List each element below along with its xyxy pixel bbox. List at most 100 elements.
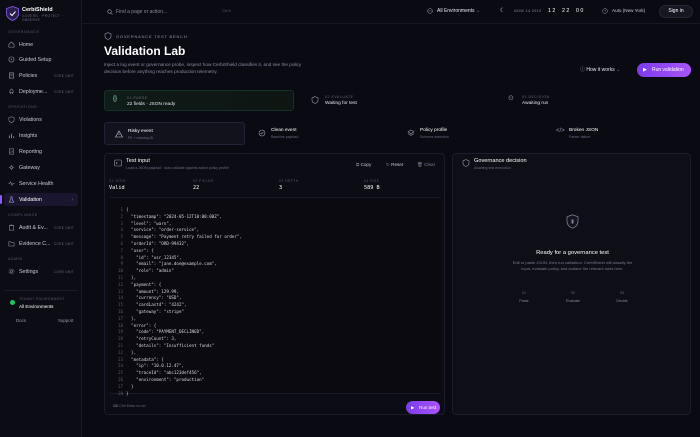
reset-button[interactable]: ↻ Reset [386, 162, 403, 168]
code-line: "environment": "production" [126, 377, 205, 382]
environment-select[interactable]: All Environments ⌄ [437, 8, 480, 14]
sidebar-item-insights[interactable]: Insights [4, 129, 78, 142]
governance-title: Governance decision [474, 158, 527, 164]
sidebar-item-label: Deployme... [19, 88, 48, 95]
preset-clean-event[interactable]: Clean event Baseline payload [248, 122, 389, 145]
sign-in-button[interactable]: Sign in [659, 5, 693, 18]
code-line: "level": "warn", [126, 220, 172, 226]
sidebar-item-violations[interactable]: Violations [4, 113, 78, 126]
decision-icon: ⊙ [508, 95, 514, 102]
step-number: 02 [571, 291, 575, 295]
code-line: "orderId": "ORD-99432", [126, 241, 190, 246]
sidebar-item-label: Validation [19, 196, 42, 203]
code-line: "details": "Insufficient funds" [126, 343, 215, 348]
line-number: 10 [117, 268, 123, 274]
code-line: }, [126, 349, 137, 355]
check-circle-icon [258, 129, 266, 137]
folder-icon [8, 241, 15, 247]
run-test-button[interactable]: ▶ Run test [406, 401, 440, 414]
status-value: Awaiting run [522, 101, 549, 106]
sidebar-item-label: Gateway [19, 164, 40, 171]
code-line: "retryCount": 3, [126, 336, 177, 342]
step-label: Parse [519, 299, 529, 303]
sidebar-item-label: Evidence C... [19, 240, 51, 247]
sidebar-item-settings[interactable]: Settings CORE UNIT [4, 265, 78, 278]
line-number: 22 [117, 349, 123, 355]
play-icon: ▶ [643, 67, 647, 73]
empty-state-title: Ready for a governance test [536, 250, 609, 256]
line-number: 14 [117, 295, 123, 301]
docs-link[interactable]: Docs [16, 318, 26, 323]
run-validation-button[interactable]: ▶ Run validation [637, 63, 691, 77]
preset-title: Risky event [128, 129, 153, 134]
braces-icon: {} [113, 96, 118, 102]
shield-alert-icon [8, 116, 15, 123]
line-number: 12 [117, 281, 123, 287]
json-editor[interactable]: 1{2 "timestamp": "2024-05-12T10:00:00Z",… [110, 197, 441, 396]
reset-icon: ↻ [386, 162, 390, 167]
stat-key: 02 FIELDS [193, 179, 214, 183]
timezone-select[interactable]: Auto (New York) [612, 8, 645, 13]
code-line: } [126, 390, 129, 396]
sidebar-item-label: Home [19, 41, 34, 48]
sidebar-item-service-health[interactable]: Service Health [4, 177, 78, 190]
sidebar-item-reporting[interactable]: Reporting [4, 145, 78, 158]
step-decide: 03 Decide [602, 291, 642, 303]
status-key: 01 PARSE [127, 96, 148, 100]
brand[interactable]: CerbiShield GOVERN · PROTECT · OBSERVE [6, 6, 82, 26]
stat-value: 0 0 [576, 8, 584, 14]
line-number: 26 [117, 377, 123, 382]
step-number: 01 [522, 291, 526, 295]
sidebar-item-deployments[interactable]: Deployme... CORE UNIT [4, 85, 78, 98]
preset-subtitle: Parser failure [569, 135, 591, 139]
keyboard-icon: ⌨ [113, 404, 119, 408]
core-unit-badge: CORE UNIT [53, 73, 74, 78]
clear-button[interactable]: 🗑︎ Clear [417, 162, 435, 168]
support-link[interactable]: Support [58, 318, 73, 323]
line-number: 21 [117, 343, 123, 348]
section-governance: GOVERNANCE [8, 30, 40, 34]
tenant-environment-selector[interactable]: TENANT ENVIRONMENT All Environments [4, 290, 78, 312]
line-number: 2 [120, 213, 123, 219]
preset-risky-event[interactable]: Risky event PII + missing ID [104, 122, 245, 145]
preset-title: Clean event [271, 128, 297, 133]
sidebar-item-policies[interactable]: Policies CORE UNIT [4, 69, 78, 82]
search-input[interactable]: Find a page or action... Ctrl K [104, 6, 244, 18]
how-it-works-label: How it works [586, 67, 615, 73]
sidebar-item-guided-setup[interactable]: Guided Setup [4, 53, 78, 66]
line-number: 5 [120, 234, 123, 240]
sidebar-item-validation[interactable]: Validation › [0, 193, 78, 206]
sidebar-item-evidence[interactable]: Evidence C... CORE UNIT [4, 237, 78, 250]
warning-icon [115, 130, 123, 138]
line-number: 9 [120, 261, 123, 267]
sidebar-item-label: Violations [19, 116, 42, 123]
copy-button[interactable]: ⧉ Copy [356, 162, 371, 167]
sidebar-item-home[interactable]: Home [4, 38, 78, 51]
gear-icon [8, 268, 15, 275]
line-number: 8 [120, 254, 123, 260]
document-icon [9, 72, 14, 79]
preset-policy-profile[interactable]: Policy profile Schema detection [397, 122, 538, 145]
code-line: "service": "order-service", [126, 227, 200, 233]
preset-broken-json[interactable]: </> Broken JSON Parser failure [546, 122, 687, 145]
core-unit-badge: CORE UNIT [53, 225, 74, 230]
step-label: Evaluate [566, 299, 580, 303]
stat-value: 22 [193, 185, 200, 191]
time-label: NOW 14 2010 [514, 9, 542, 13]
preset-subtitle: Schema detection [420, 135, 449, 139]
code-line: "amount": 129.99, [126, 288, 179, 294]
code-line: "id": "usr_12345", [126, 254, 182, 260]
code-line: "role": "admin" [126, 268, 174, 274]
status-dot [10, 300, 15, 305]
line-number: 6 [120, 241, 123, 246]
line-number: 27 [117, 383, 123, 389]
page-description: Inject a log event or governance probe, … [104, 62, 302, 74]
sidebar-item-audit[interactable]: Audit & Ev... CORE UNIT [4, 221, 78, 234]
line-number: 13 [117, 288, 123, 294]
moon-icon[interactable]: ☾ [500, 7, 505, 14]
code-line: "email": "jane.doe@example.com", [126, 261, 217, 267]
code-line: "cardLast4": "4242", [126, 302, 187, 308]
line-number: 19 [117, 329, 123, 335]
how-it-works-button[interactable]: ⓘ How it works ⌄ [580, 66, 620, 73]
sidebar-item-gateway[interactable]: Gateway [4, 161, 78, 174]
